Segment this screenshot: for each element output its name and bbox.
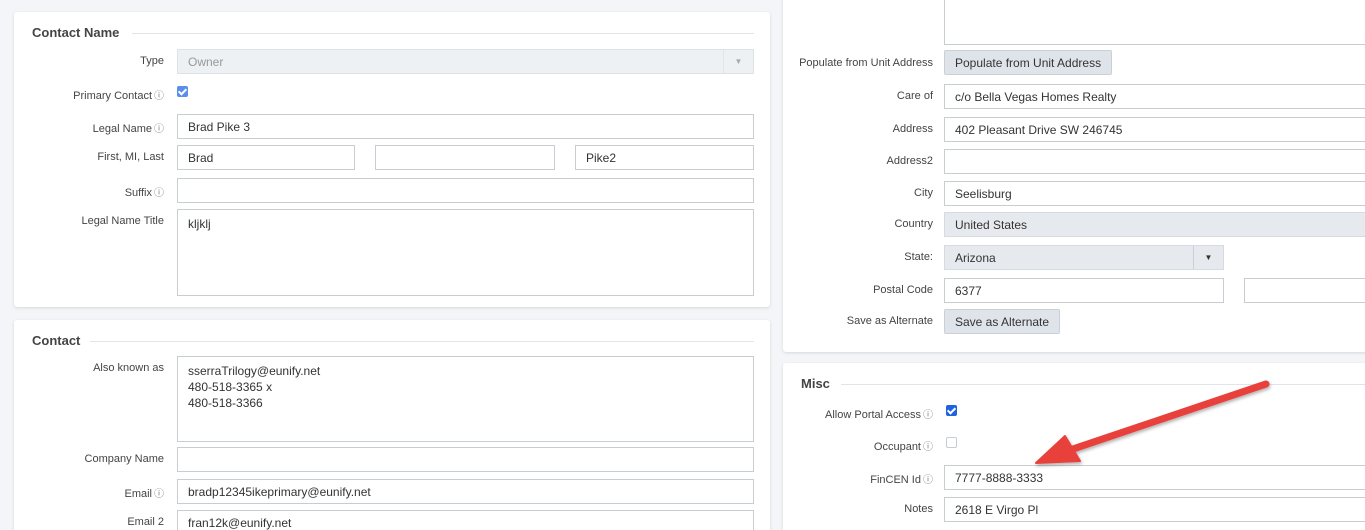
care-of-label: Care of xyxy=(896,90,933,102)
state-label: State: xyxy=(904,251,933,263)
email-2-label: Email 2 xyxy=(127,516,164,528)
postal-code-extension-input[interactable] xyxy=(1244,278,1365,303)
fincen-id-label: FinCEN Id ⓘ xyxy=(870,474,933,486)
country-label: Country xyxy=(894,218,933,230)
notes-label: Notes xyxy=(904,503,933,515)
info-icon: ⓘ xyxy=(154,489,164,500)
chevron-down-icon: ▼ xyxy=(1193,246,1223,269)
country-select[interactable]: United States xyxy=(944,212,1365,237)
legal-name-title-textarea[interactable]: kljklj xyxy=(177,209,754,296)
populate-from-unit-address-button[interactable]: Populate from Unit Address xyxy=(944,50,1113,75)
address-textarea[interactable] xyxy=(944,0,1365,45)
state-select[interactable]: Arizona ▼ xyxy=(944,245,1224,270)
email-input[interactable]: bradp12345ikeprimary@eunify.net xyxy=(177,479,754,504)
save-as-alternate-button[interactable]: Save as Alternate xyxy=(944,309,1061,334)
allow-portal-access-checkbox[interactable] xyxy=(946,405,957,416)
city-input[interactable]: Seelisburg xyxy=(944,181,1365,206)
section-title-misc: Misc xyxy=(801,376,830,391)
email-2-input[interactable]: fran12k@eunify.net xyxy=(177,510,754,530)
company-name-input[interactable] xyxy=(177,447,754,472)
city-label: City xyxy=(914,187,933,199)
occupant-label: Occupant ⓘ xyxy=(873,441,933,453)
occupant-checkbox[interactable] xyxy=(946,437,957,448)
suffix-input[interactable] xyxy=(177,178,754,203)
also-known-as-textarea[interactable]: sserraTrilogy@eunify.net 480-518-3365 x … xyxy=(177,356,754,442)
primary-contact-checkbox[interactable] xyxy=(177,86,188,97)
section-divider xyxy=(841,384,1365,385)
last-name-input[interactable]: Pike2 xyxy=(575,145,754,170)
also-known-as-label: Also known as xyxy=(93,362,164,374)
contact-name-panel: Contact Name Type Owner ▼ Primary Contac… xyxy=(14,12,770,307)
contact-panel: Contact Also known as sserraTrilogy@euni… xyxy=(14,320,770,530)
fincen-id-input[interactable]: 7777-8888-3333 xyxy=(944,465,1365,490)
email-label: Email ⓘ xyxy=(124,488,164,500)
info-icon: ⓘ xyxy=(154,188,164,199)
middle-initial-input[interactable] xyxy=(375,145,555,170)
info-icon: ⓘ xyxy=(923,475,933,486)
legal-name-label: Legal Name ⓘ xyxy=(92,123,164,135)
info-icon: ⓘ xyxy=(154,91,164,102)
address2-label: Address2 xyxy=(886,155,933,167)
first-name-input[interactable]: Brad xyxy=(177,145,355,170)
section-divider xyxy=(90,341,754,342)
suffix-label: Suffix ⓘ xyxy=(124,187,164,199)
type-label: Type xyxy=(140,55,164,67)
first-mi-last-label: First, MI, Last xyxy=(97,151,164,163)
info-icon: ⓘ xyxy=(923,410,933,421)
care-of-input[interactable]: c/o Bella Vegas Homes Realty xyxy=(944,84,1365,109)
chevron-down-icon: ▼ xyxy=(723,50,753,73)
primary-contact-label: Primary Contact ⓘ xyxy=(73,90,164,102)
address-label: Address xyxy=(892,123,933,135)
save-as-alternate-label: Save as Alternate xyxy=(846,315,933,327)
company-name-label: Company Name xyxy=(84,453,164,465)
populate-label: Populate from Unit Address xyxy=(799,57,933,69)
section-title-contact: Contact xyxy=(32,333,81,348)
postal-code-input[interactable]: 6377 xyxy=(944,278,1224,303)
type-select[interactable]: Owner ▼ xyxy=(177,49,754,74)
address-panel: Populate from Unit Address Populate from… xyxy=(783,0,1365,352)
notes-input[interactable]: 2618 E Virgo Pl xyxy=(944,497,1365,522)
allow-portal-access-label: Allow Portal Access ⓘ xyxy=(825,409,933,421)
info-icon: ⓘ xyxy=(923,442,933,453)
postal-code-label: Postal Code xyxy=(873,284,933,296)
legal-name-title-label: Legal Name Title xyxy=(81,215,164,227)
section-divider xyxy=(132,33,754,34)
address2-input[interactable] xyxy=(944,149,1365,174)
legal-name-input[interactable]: Brad Pike 3 xyxy=(177,114,754,139)
section-title-contact-name: Contact Name xyxy=(32,25,120,40)
address-input[interactable]: 402 Pleasant Drive SW 246745 xyxy=(944,117,1365,142)
misc-panel: Misc Allow Portal Access ⓘ Occupant ⓘ FinC… xyxy=(783,363,1365,530)
info-icon: ⓘ xyxy=(154,124,164,135)
